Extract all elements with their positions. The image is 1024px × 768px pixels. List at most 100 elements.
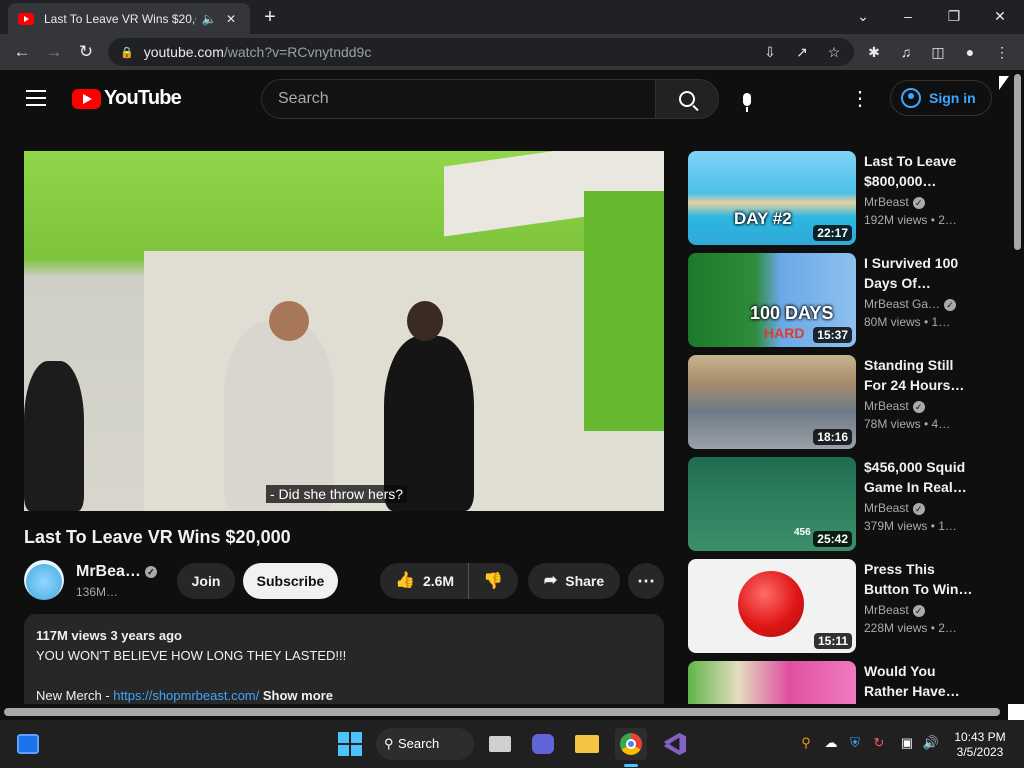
network-icon[interactable]: ▣ <box>898 734 916 752</box>
description-merch-line: New Merch - https://shopmrbeast.com/ Sho… <box>36 686 652 704</box>
video-frame-green-wall <box>584 191 664 431</box>
video-player[interactable]: - Did she throw hers? <box>24 151 664 511</box>
visual-studio-icon[interactable] <box>659 728 691 760</box>
subscribe-button[interactable]: Subscribe <box>243 563 338 599</box>
video-duration: 18:16 <box>813 429 852 445</box>
like-dislike-group: 👍 2.6M 👎 <box>380 563 518 599</box>
back-arrow-icon[interactable]: ← <box>10 40 34 64</box>
security-shield-icon[interactable]: ⛨ <box>846 734 864 752</box>
update-tray-icon[interactable]: ↻ <box>870 734 888 752</box>
chrome-taskbar-icon[interactable] <box>615 728 647 760</box>
view-count-date: 117M views 3 years ago <box>36 628 182 643</box>
video-thumbnail[interactable]: 100 DAYS HARD 15:37 <box>688 253 856 347</box>
share-button[interactable]: ➦ Share <box>528 563 620 599</box>
channel-avatar[interactable] <box>24 560 64 600</box>
recommendation-item[interactable]: DAY #2 22:17 Last To Leave $800,000… MrB… <box>688 151 998 245</box>
video-duration: 15:37 <box>813 327 852 343</box>
verified-check-icon: ✓ <box>912 502 925 515</box>
settings-kebab-icon[interactable]: ⋮ <box>848 88 872 112</box>
video-duration: 25:42 <box>813 531 852 547</box>
video-thumbnail[interactable]: 18:16 <box>688 355 856 449</box>
vertical-scroll-thumb[interactable] <box>1014 74 1021 250</box>
voice-search-button[interactable] <box>727 79 767 119</box>
profile-icon[interactable]: ● <box>960 42 980 62</box>
media-control-icon[interactable]: ♫ <box>896 42 916 62</box>
channel-name-text: MrBea… <box>76 563 141 580</box>
like-count: 2.6M <box>422 573 455 589</box>
minimize-button[interactable]: – <box>888 4 928 28</box>
channel-text: MrBeast <box>864 195 909 209</box>
vertical-scrollbar[interactable] <box>1012 70 1024 704</box>
taskbar-search[interactable]: ⚲ Search <box>376 728 474 760</box>
lock-icon[interactable]: 🔒 <box>120 46 134 59</box>
speaker-icon[interactable]: 🔈 <box>200 12 218 26</box>
cloud-tray-icon[interactable]: ☁ <box>822 734 840 752</box>
recommendation-item[interactable]: Would You Rather Have… <box>688 661 998 704</box>
channel-text: MrBeast <box>864 399 909 413</box>
video-thumbnail[interactable] <box>688 661 856 704</box>
sign-in-button[interactable]: Sign in <box>890 80 992 116</box>
search-button[interactable] <box>655 79 719 119</box>
recommendation-title: Last To Leave $800,000… <box>864 153 957 189</box>
reload-icon[interactable]: ↻ <box>74 40 98 64</box>
show-more-button[interactable]: Show more <box>263 688 333 703</box>
browser-tab[interactable]: Last To Leave VR Wins $20,000 🔈 ✕ <box>8 3 250 34</box>
hamburger-menu-icon[interactable] <box>26 90 46 106</box>
chrome-menu-icon[interactable]: ⋮ <box>992 42 1012 62</box>
teams-chat-icon[interactable] <box>527 728 559 760</box>
install-app-icon[interactable]: ⇩ <box>760 42 780 62</box>
taskbar-search-label: Search <box>398 736 440 751</box>
tab-title: Last To Leave VR Wins $20,000 <box>44 11 196 26</box>
close-window-button[interactable]: ✕ <box>980 4 1020 28</box>
youtube-play-icon <box>72 88 101 109</box>
recommendation-item[interactable]: 456 25:42 $456,000 Squid Game In Real… M… <box>688 457 998 551</box>
recommendation-item[interactable]: 18:16 Standing Still For 24 Hours… MrBea… <box>688 355 998 449</box>
new-tab-button[interactable]: + <box>258 6 282 28</box>
video-thumbnail[interactable]: 456 25:42 <box>688 457 856 551</box>
bookmark-star-icon[interactable]: ☆ <box>824 42 844 62</box>
recommendation-item[interactable]: 15:11 Press This Button To Win… MrBeast ✓… <box>688 559 998 653</box>
extensions-puzzle-icon[interactable]: ✱ <box>864 42 884 62</box>
verified-check-icon: ✓ <box>912 604 925 617</box>
like-button[interactable]: 👍 2.6M <box>395 563 470 599</box>
close-tab-icon[interactable]: ✕ <box>222 12 240 26</box>
taskbar-clock[interactable]: 10:43 PM 3/5/2023 <box>950 730 1010 760</box>
taskbar-search-icon: ⚲ <box>384 736 394 751</box>
widgets-icon[interactable] <box>12 728 44 760</box>
recommendation-channel: MrBeast ✓ <box>864 501 925 515</box>
tab-search-chevron-icon[interactable]: ⌄ <box>843 4 883 28</box>
sign-in-label: Sign in <box>929 90 976 106</box>
windows-taskbar: ⚲ Search ⚲ ☁ ⛨ ↻ ▣ 🔊 10:43 PM 3/5/2023 <box>0 720 1024 768</box>
video-thumbnail[interactable]: DAY #2 22:17 <box>688 151 856 245</box>
forward-arrow-icon[interactable]: → <box>42 40 66 64</box>
share-page-icon[interactable]: ↗ <box>792 42 812 62</box>
video-caption: - Did she throw hers? <box>266 485 408 503</box>
search-input[interactable]: Search <box>261 79 657 119</box>
recommendation-title: Would You Rather Have… <box>864 663 960 699</box>
search-tray-icon[interactable]: ⚲ <box>797 734 815 752</box>
video-thumbnail[interactable]: 15:11 <box>688 559 856 653</box>
file-explorer-icon[interactable] <box>571 728 603 760</box>
side-panel-icon[interactable]: ◫ <box>928 42 948 62</box>
recommendation-channel: MrBeast ✓ <box>864 399 925 413</box>
dislike-button[interactable]: 👎 <box>469 563 503 600</box>
youtube-logo[interactable]: YouTube <box>72 87 182 110</box>
windows-start-icon[interactable] <box>334 728 366 760</box>
join-button[interactable]: Join <box>177 563 235 599</box>
horizontal-scrollbar[interactable] <box>0 704 1024 720</box>
address-bar[interactable]: 🔒 youtube.com/watch?v=RCvnytndd9c ⇩ ↗ ☆ <box>108 38 854 66</box>
volume-icon[interactable]: 🔊 <box>922 734 940 752</box>
merch-link[interactable]: https://shopmrbeast.com/ <box>113 688 259 703</box>
recommendation-item[interactable]: 100 DAYS HARD 15:37 I Survived 100 Days … <box>688 253 998 347</box>
restore-button[interactable]: ❐ <box>934 4 974 28</box>
channel-name[interactable]: MrBea… ✓ <box>76 563 157 581</box>
subscriber-count: 136M… <box>76 585 119 599</box>
recommendation-channel: MrBeast Ga… ✓ <box>864 297 957 311</box>
more-actions-icon[interactable]: ⋯ <box>628 563 664 599</box>
channel-text: MrBeast Ga… <box>864 297 941 311</box>
task-view-icon[interactable] <box>484 728 516 760</box>
channel-text: MrBeast <box>864 501 909 515</box>
horizontal-scroll-thumb[interactable] <box>4 708 1000 716</box>
recommendation-views: 80M views • 1… <box>864 315 951 329</box>
description-box[interactable]: 117M views 3 years ago YOU WON'T BELIEVE… <box>24 614 664 704</box>
